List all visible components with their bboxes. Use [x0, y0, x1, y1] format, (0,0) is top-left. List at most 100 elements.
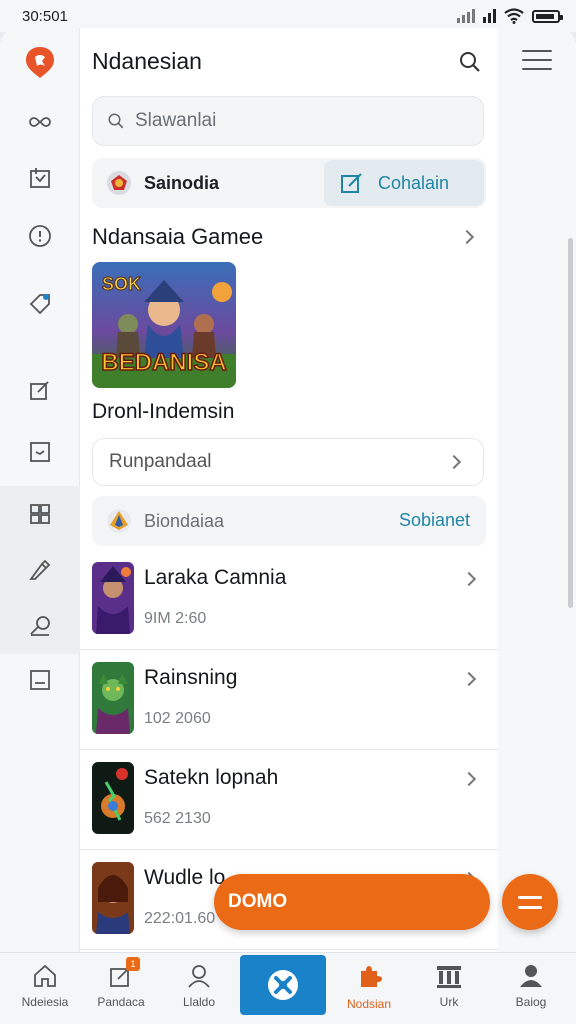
- chevron-right-icon: [461, 671, 477, 687]
- page-title: Ndanesian: [92, 48, 202, 74]
- infinity-icon: [29, 117, 51, 127]
- category-chip-label: Sainodia: [144, 172, 220, 193]
- list-item-meta: 102 2060: [144, 710, 211, 727]
- edit-icon: [30, 381, 49, 400]
- profile-icon: [520, 965, 542, 987]
- sidebar: [0, 28, 80, 952]
- sidebar-item-inbox[interactable]: [0, 424, 80, 480]
- tag-icon: [29, 294, 50, 315]
- featured-game-image: SOK BEDANISA: [92, 262, 236, 388]
- nav-label: Nodsian: [346, 997, 392, 1011]
- sidebar-item-grid[interactable]: [0, 486, 80, 542]
- nav-item-play[interactable]: [240, 955, 326, 1015]
- featured-caption: Dronl-Indemsin: [92, 400, 235, 423]
- nav-item-profile[interactable]: Baiog: [492, 953, 570, 1024]
- sidebar-item-tag[interactable]: [0, 276, 80, 332]
- nav-item-bank[interactable]: Urk: [410, 953, 488, 1024]
- list-item-meta: 562 2130: [144, 810, 211, 827]
- main-content: Ndanesian Sainodia Cohalain Ndansaia Gam…: [80, 28, 498, 952]
- game-thumbnail-image: [92, 662, 134, 734]
- compose-button-label: Cohalain: [378, 172, 450, 193]
- list-item-meta: 9IM 2:60: [144, 610, 207, 627]
- sidebar-item-infinity[interactable]: [0, 94, 80, 150]
- list-item-title: Wudle lo: [144, 866, 226, 889]
- key-icon: [30, 616, 50, 636]
- category-icon: [107, 171, 131, 195]
- list-item[interactable]: Satekn lopnah 562 2130: [80, 750, 498, 850]
- game-thumbnail-image: [92, 562, 134, 634]
- game-thumbnail: [92, 662, 134, 734]
- puzzle-icon: [361, 966, 382, 987]
- nav-label: Llaldo: [182, 995, 216, 1009]
- fab-menu-button[interactable]: [502, 874, 558, 930]
- nav-item-edit[interactable]: 1 Pandaca: [82, 953, 160, 1024]
- filter-band-label: Biondaiaa: [144, 510, 225, 531]
- sort-select[interactable]: Runpandaal: [92, 438, 484, 486]
- search-input[interactable]: [135, 110, 455, 132]
- chevron-right-icon: [461, 771, 477, 787]
- status-icons: [457, 8, 563, 24]
- battery-icon: [532, 9, 563, 23]
- filter-band-icon: [107, 509, 131, 533]
- sidebar-item-home[interactable]: [0, 34, 80, 90]
- nav-label: Baiog: [515, 995, 547, 1009]
- sort-select-value: Runpandaal: [109, 451, 212, 472]
- signal-icon: [457, 9, 475, 23]
- game-thumbnail-image: [92, 862, 134, 934]
- search-icon[interactable]: [458, 50, 482, 74]
- game-thumbnail: [92, 862, 134, 934]
- list-item-meta: 222:01.60: [144, 910, 216, 927]
- bottom-navigation: Ndeiesia 1 Pandaca Llaldo Nodsian Urk Ba…: [0, 952, 576, 1024]
- box-icon: [30, 670, 50, 690]
- list-item-title: Satekn lopnah: [144, 766, 279, 789]
- inbox-icon: [30, 442, 50, 462]
- scrollbar[interactable]: [568, 238, 573, 608]
- list-item[interactable]: Laraka Camnia 9IM 2:60: [80, 550, 498, 650]
- game-thumbnail: [92, 562, 134, 634]
- sidebar-item-info[interactable]: [0, 208, 80, 264]
- nav-label: Ndeiesia: [21, 995, 69, 1009]
- sidebar-item-box[interactable]: [0, 652, 80, 708]
- nav-label: Pandaca: [97, 995, 145, 1009]
- status-time: 30:501: [22, 7, 68, 25]
- filter-band-action[interactable]: Sobianet: [399, 510, 470, 531]
- sidebar-item-edit[interactable]: [0, 362, 80, 418]
- chevron-right-icon: [461, 571, 477, 587]
- search-field-icon: [108, 113, 124, 129]
- compose-button[interactable]: Cohalain: [324, 160, 484, 206]
- featured-art-title: BEDANISA: [101, 349, 226, 376]
- sidebar-item-search[interactable]: [0, 598, 80, 654]
- signal-strong-icon: [483, 9, 496, 23]
- library-icon: [30, 168, 50, 188]
- list-item-title: Laraka Camnia: [144, 566, 287, 589]
- category-chip[interactable]: Sainodia: [92, 158, 219, 208]
- sidebar-item-pen[interactable]: [0, 542, 80, 598]
- list-item-title: Rainsning: [144, 666, 238, 689]
- section-chevron-icon[interactable]: [459, 229, 475, 245]
- nav-badge: 1: [126, 957, 140, 971]
- brand-logo-icon: [26, 47, 54, 78]
- grid-icon: [30, 504, 50, 524]
- hamburger-menu-icon[interactable]: [522, 50, 552, 74]
- nav-item-puzzle[interactable]: Nodsian: [330, 953, 408, 1024]
- game-thumbnail: [92, 762, 134, 834]
- home-icon: [34, 964, 56, 987]
- search-bar[interactable]: [92, 96, 484, 146]
- compose-icon: [341, 173, 362, 193]
- section-title: Ndansaia Gamee: [92, 224, 264, 249]
- featured-game-art[interactable]: SOK BEDANISA: [92, 262, 236, 388]
- chevron-right-icon: [446, 454, 462, 470]
- nav-item-person[interactable]: Llaldo: [160, 953, 238, 1024]
- controller-icon: [268, 970, 298, 1000]
- featured-art-top-text: SOK: [102, 274, 141, 294]
- right-panel: [498, 28, 576, 952]
- primary-cta-button[interactable]: DOMO: [214, 874, 490, 930]
- list-item[interactable]: Rainsning 102 2060: [80, 650, 498, 750]
- pen-icon: [29, 559, 51, 580]
- bank-icon: [437, 966, 461, 988]
- nav-item-home[interactable]: Ndeiesia: [6, 953, 84, 1024]
- game-thumbnail-image: [92, 762, 134, 834]
- filter-band: Biondaiaa Sobianet: [92, 496, 486, 546]
- sidebar-item-library[interactable]: [0, 150, 80, 206]
- category-row: Sainodia Cohalain: [92, 158, 486, 208]
